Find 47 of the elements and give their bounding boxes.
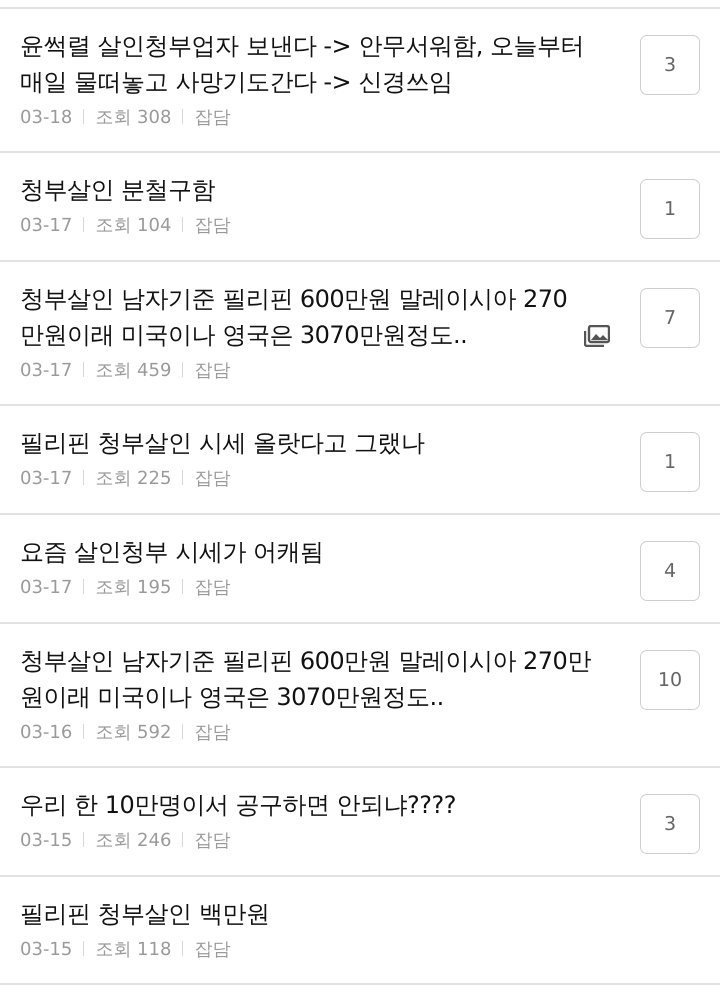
post-title: 청부살인 남자기준 필리핀 600만원 말레이시아 270만원이래 미국이나 영국은 3070만원정도.. [20,284,568,351]
post-date: 03-17 [20,360,72,381]
category-label: 잡담 [194,215,230,236]
category-label: 잡담 [194,722,230,743]
view-count: 조회 118 [95,939,172,960]
post-date: 03-15 [20,939,72,960]
post-row[interactable]: 필리핀 청부살인 백만원 03-15 조회 118 잡담 [0,877,720,985]
comment-count[interactable]: 3 [640,794,700,854]
comment-count[interactable]: 4 [640,541,700,601]
view-count: 조회 104 [95,215,172,236]
category-label: 잡담 [194,939,230,960]
comment-count[interactable]: 3 [640,35,700,95]
post-row[interactable]: 윤썩렬 살인청부업자 보낸다 -> 안무서워함, 오늘부터 매일 물떠놓고 사망기도간다 -> 신경쓰임 03-18 조회 308 잡담 3 [0,9,720,153]
post-row[interactable]: 필리핀 청부살인 시세 올랏다고 그랬나 03-17 조회 225 잡담 1 [0,406,720,515]
comment-count[interactable]: 10 [640,650,700,710]
category-label: 잡담 [194,830,230,851]
comment-count[interactable]: 1 [640,179,700,239]
post-row[interactable]: 요즘 살인청부 시세가 어캐됨 03-17 조회 195 잡담 4 [0,515,720,624]
category-label: 잡담 [194,577,230,598]
post-title: 우리 한 10만명이서 공구하면 안되냐???? [20,790,456,821]
view-count: 조회 308 [95,107,172,128]
category-label: 잡담 [194,360,230,381]
post-date: 03-17 [20,468,72,489]
post-date: 03-15 [20,830,72,851]
post-title: 필리핀 청부살인 백만원 [20,899,270,930]
post-date: 03-18 [20,107,72,128]
comment-count[interactable]: 1 [640,432,700,492]
category-label: 잡담 [194,468,230,489]
comment-count[interactable]: 7 [640,288,700,348]
view-count: 조회 459 [95,360,172,381]
post-row[interactable]: 청부살인 남자기준 필리핀 600만원 말레이시아 270만원이래 미국이나 영국은 3070만원정도.. 03-17 조회 459 잡담 7 [0,262,720,406]
post-row[interactable]: 우리 한 10만명이서 공구하면 안되냐???? 03-15 조회 246 잡담 3 [0,768,720,877]
post-title: 요즘 살인청부 시세가 어캐됨 [20,537,324,568]
view-count: 조회 195 [95,577,172,598]
post-title: 필리핀 청부살인 시세 올랏다고 그랬나 [20,428,425,459]
post-title: 청부살인 남자기준 필리핀 600만원 말레이시아 270만원이래 미국이나 영국은 3070만원정도.. [20,646,592,713]
post-title: 청부살인 분철구함 [20,175,216,206]
post-title: 윤썩렬 살인청부업자 보낸다 -> 안무서워함, 오늘부터 매일 물떠놓고 사망기도간다 -> 신경쓰임 [20,31,586,98]
view-count: 조회 246 [95,830,172,851]
category-label: 잡담 [194,107,230,128]
post-row[interactable]: 청부살인 분철구함 03-17 조회 104 잡담 1 [0,153,720,262]
view-count: 조회 592 [95,722,172,743]
post-date: 03-16 [20,722,72,743]
post-date: 03-17 [20,215,72,236]
view-count: 조회 225 [95,468,172,489]
post-date: 03-17 [20,577,72,598]
post-row[interactable]: 청부살인 남자기준 필리핀 600만원 말레이시아 270만원이래 미국이나 영국은 3070만원정도.. 03-16 조회 592 잡담 10 [0,624,720,768]
